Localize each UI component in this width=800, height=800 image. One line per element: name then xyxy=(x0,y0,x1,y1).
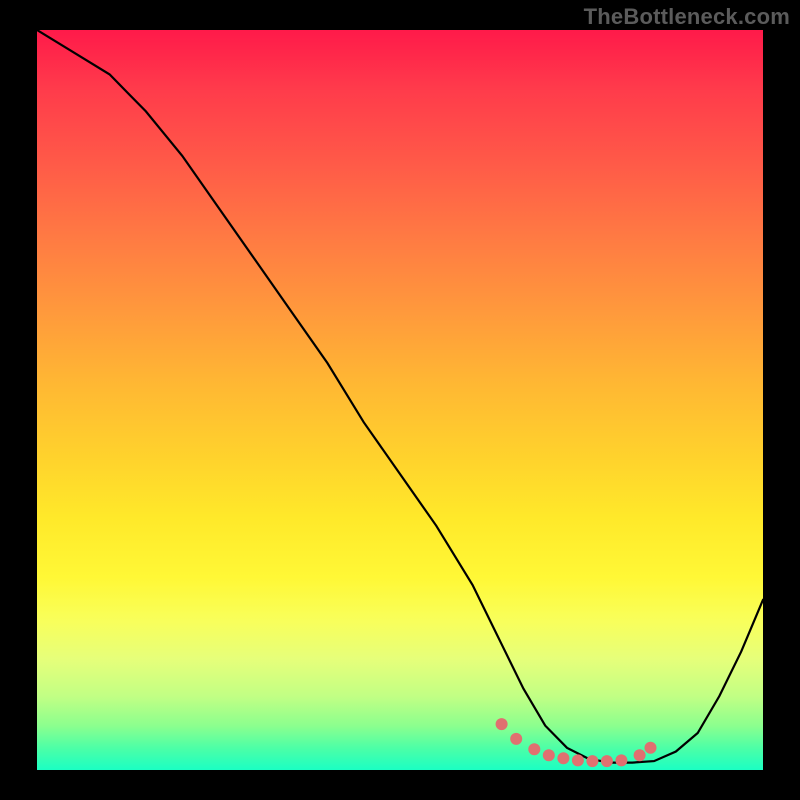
marker-dot xyxy=(528,743,540,755)
plot-area xyxy=(37,30,763,770)
marker-dot xyxy=(572,754,584,766)
marker-dots xyxy=(496,718,657,767)
marker-dot xyxy=(586,755,598,767)
marker-dot xyxy=(543,749,555,761)
marker-dot xyxy=(510,733,522,745)
marker-dot xyxy=(496,718,508,730)
marker-dot xyxy=(557,752,569,764)
chart-container: TheBottleneck.com xyxy=(0,0,800,800)
marker-dot xyxy=(634,749,646,761)
watermark-text: TheBottleneck.com xyxy=(584,4,790,30)
marker-dot xyxy=(601,755,613,767)
curve-svg xyxy=(37,30,763,770)
marker-dot xyxy=(645,742,657,754)
marker-dot xyxy=(615,754,627,766)
main-curve xyxy=(37,30,763,763)
